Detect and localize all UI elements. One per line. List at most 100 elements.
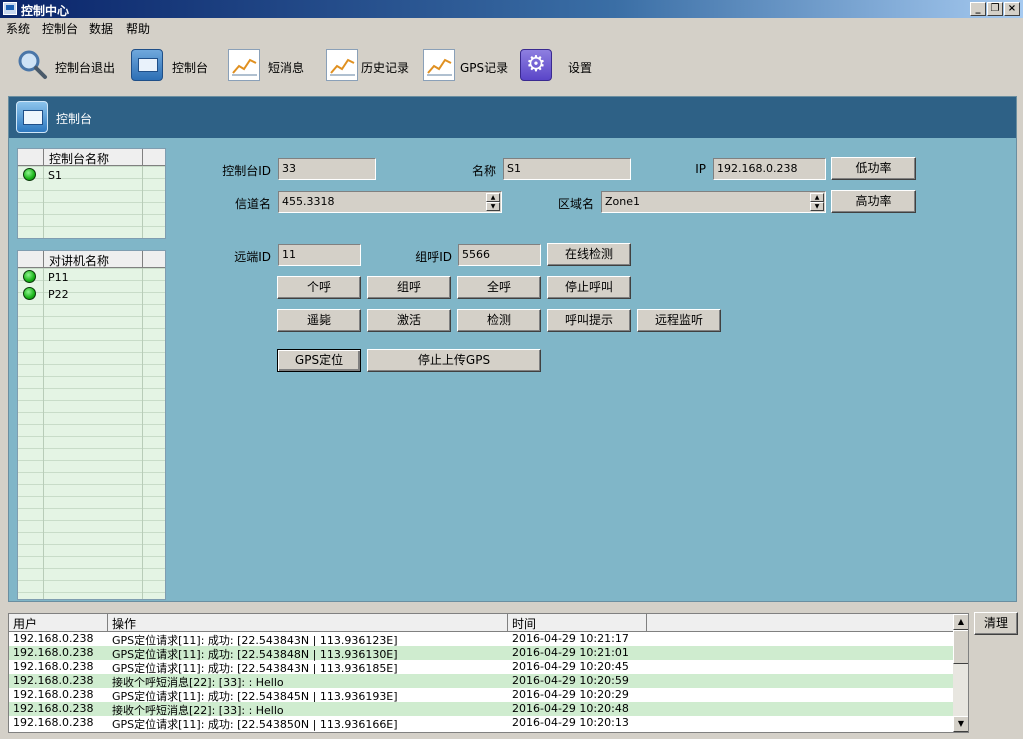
spin-down-icon[interactable]: ▼ bbox=[810, 202, 824, 211]
console-list-header-label: 控制台名称 bbox=[49, 152, 110, 166]
log-table[interactable]: 用户 操作 时间 192.168.0.238 GPS定位请求[11]: 成功: [… bbox=[8, 613, 969, 733]
toolbar-history[interactable]: 历史记录 bbox=[326, 48, 416, 82]
minimize-button[interactable]: _ bbox=[970, 2, 986, 16]
log-cell-time: 2016-04-29 10:20:13 bbox=[512, 716, 629, 729]
menu-bar: 系统 控制台 数据 帮助 bbox=[0, 18, 1023, 38]
spin-up-icon[interactable]: ▲ bbox=[486, 193, 500, 202]
console-list[interactable]: 控制台名称 S1 bbox=[17, 148, 166, 239]
scroll-down-icon[interactable]: ▼ bbox=[953, 716, 968, 732]
name-field[interactable]: S1 bbox=[503, 158, 631, 180]
toolbar-settings[interactable]: ⚙ 设置 bbox=[520, 48, 600, 82]
all-call-button[interactable]: 全呼 bbox=[457, 276, 541, 299]
remote-monitor-button[interactable]: 远程监听 bbox=[637, 309, 721, 332]
radio-list-header-label: 对讲机名称 bbox=[49, 254, 110, 268]
log-row[interactable]: 192.168.0.238 接收个呼短消息[22]: [33]: : Hello 2… bbox=[9, 674, 953, 689]
log-header: 用户 操作 时间 bbox=[9, 614, 953, 632]
log-cell-time: 2016-04-29 10:20:59 bbox=[512, 674, 629, 687]
log-column-user[interactable]: 用户 bbox=[13, 615, 37, 632]
zone-field[interactable]: Zone1 ▲ ▼ bbox=[601, 191, 826, 213]
channel-value: 455.3318 bbox=[282, 195, 335, 208]
stop-call-button[interactable]: 停止呼叫 bbox=[547, 276, 631, 299]
status-led-icon bbox=[23, 287, 36, 300]
log-scrollbar[interactable]: ▲ ▼ bbox=[953, 614, 968, 732]
close-button[interactable]: × bbox=[1004, 2, 1020, 16]
menu-data[interactable]: 数据 bbox=[89, 20, 113, 37]
group-id-label: 组呼ID bbox=[415, 250, 452, 264]
monitor-icon bbox=[16, 101, 48, 133]
log-row[interactable]: 192.168.0.238 接收个呼短消息[22]: [33]: : Hello 2… bbox=[9, 702, 953, 717]
toolbar-label: 短消息 bbox=[268, 61, 305, 75]
toolbar-exit-console[interactable]: 控制台退出 bbox=[16, 48, 116, 82]
console-id-field[interactable]: 33 bbox=[278, 158, 376, 180]
online-check-button[interactable]: 在线检测 bbox=[547, 243, 631, 266]
chart-icon bbox=[326, 49, 358, 81]
revive-button[interactable]: 激活 bbox=[367, 309, 451, 332]
log-row[interactable]: 192.168.0.238 GPS定位请求[11]: 成功: [22.543850… bbox=[9, 716, 953, 731]
zone-spinner[interactable]: ▲ ▼ bbox=[810, 193, 824, 211]
stun-button[interactable]: 遥毙 bbox=[277, 309, 361, 332]
gps-locate-button[interactable]: GPS定位 bbox=[277, 349, 361, 372]
stop-gps-button[interactable]: 停止上传GPS bbox=[367, 349, 541, 372]
log-cell-time: 2016-04-29 10:20:45 bbox=[512, 660, 629, 673]
log-row[interactable]: 192.168.0.238 GPS定位请求[11]: 成功: [22.543843… bbox=[9, 632, 953, 647]
low-power-button[interactable]: 低功率 bbox=[831, 157, 916, 180]
log-cell-time: 2016-04-29 10:20:29 bbox=[512, 688, 629, 701]
ip-label: IP bbox=[695, 162, 706, 176]
menu-console[interactable]: 控制台 bbox=[42, 20, 78, 37]
high-power-button[interactable]: 高功率 bbox=[831, 190, 916, 213]
individual-call-button[interactable]: 个呼 bbox=[277, 276, 361, 299]
toolbar: 控制台退出 控制台 短消息 历史记录 GPS记录 ⚙ 设置 bbox=[0, 40, 640, 90]
spin-up-icon[interactable]: ▲ bbox=[810, 193, 824, 202]
console-list-header: 控制台名称 bbox=[18, 149, 165, 166]
channel-label: 信道名 bbox=[234, 197, 271, 211]
restore-button[interactable]: ❐ bbox=[987, 2, 1003, 16]
call-alert-button[interactable]: 呼叫提示 bbox=[547, 309, 631, 332]
remote-id-field[interactable]: 11 bbox=[278, 244, 361, 266]
status-led-icon bbox=[23, 168, 36, 181]
zone-value: Zone1 bbox=[605, 195, 641, 208]
log-cell-user: 192.168.0.238 bbox=[13, 716, 94, 729]
ip-field[interactable]: 192.168.0.238 bbox=[713, 158, 826, 180]
spin-down-icon[interactable]: ▼ bbox=[486, 202, 500, 211]
radio-name[interactable]: P22 bbox=[48, 288, 69, 301]
title-bar: 控制中心 _ ❐ × bbox=[0, 0, 1023, 18]
chart-icon bbox=[228, 49, 260, 81]
check-button[interactable]: 检测 bbox=[457, 309, 541, 332]
group-call-button[interactable]: 组呼 bbox=[367, 276, 451, 299]
toolbar-console[interactable]: 控制台 bbox=[131, 48, 211, 82]
console-name[interactable]: S1 bbox=[48, 169, 62, 182]
log-row[interactable]: 192.168.0.238 GPS定位请求[11]: 成功: [22.543843… bbox=[9, 660, 953, 675]
window-title: 控制中心 bbox=[21, 4, 70, 18]
toolbar-messages[interactable]: 短消息 bbox=[228, 48, 308, 82]
remote-id-label: 远端ID bbox=[234, 250, 271, 264]
log-cell-user: 192.168.0.238 bbox=[13, 632, 94, 645]
panel-header: 控制台 bbox=[9, 97, 1016, 138]
log-cell-time: 2016-04-29 10:20:48 bbox=[512, 702, 629, 715]
log-cell-user: 192.168.0.238 bbox=[13, 646, 94, 659]
toolbar-gps-records[interactable]: GPS记录 bbox=[423, 48, 513, 82]
group-id-field[interactable]: 5566 bbox=[458, 244, 541, 266]
radio-name[interactable]: P11 bbox=[48, 271, 69, 284]
zone-label: 区域名 bbox=[557, 197, 594, 211]
log-cell-op: GPS定位请求[11]: 成功: [22.543850N | 113.93616… bbox=[112, 718, 398, 731]
log-row[interactable]: 192.168.0.238 GPS定位请求[11]: 成功: [22.543845… bbox=[9, 688, 953, 703]
menu-help[interactable]: 帮助 bbox=[126, 20, 150, 37]
status-led-icon bbox=[23, 270, 36, 283]
radio-list[interactable]: 对讲机名称 P11 P22 bbox=[17, 250, 166, 600]
scroll-up-icon[interactable]: ▲ bbox=[953, 614, 968, 630]
log-column-operation[interactable]: 操作 bbox=[112, 615, 136, 632]
log-cell-user: 192.168.0.238 bbox=[13, 660, 94, 673]
log-cell-user: 192.168.0.238 bbox=[13, 688, 94, 701]
scroll-thumb[interactable] bbox=[953, 630, 968, 664]
app-icon bbox=[3, 2, 17, 15]
menu-system[interactable]: 系统 bbox=[6, 20, 30, 37]
channel-spinner[interactable]: ▲ ▼ bbox=[486, 193, 500, 211]
log-column-time[interactable]: 时间 bbox=[512, 615, 536, 632]
log-row[interactable]: 192.168.0.238 GPS定位请求[11]: 成功: [22.543848… bbox=[9, 646, 953, 661]
console-id-label: 控制台ID bbox=[222, 164, 271, 178]
log-cell-user: 192.168.0.238 bbox=[13, 674, 94, 687]
clear-button[interactable]: 清理 bbox=[974, 612, 1018, 635]
channel-field[interactable]: 455.3318 ▲ ▼ bbox=[278, 191, 502, 213]
log-cell-user: 192.168.0.238 bbox=[13, 702, 94, 715]
toolbar-label: 控制台退出 bbox=[55, 61, 116, 75]
